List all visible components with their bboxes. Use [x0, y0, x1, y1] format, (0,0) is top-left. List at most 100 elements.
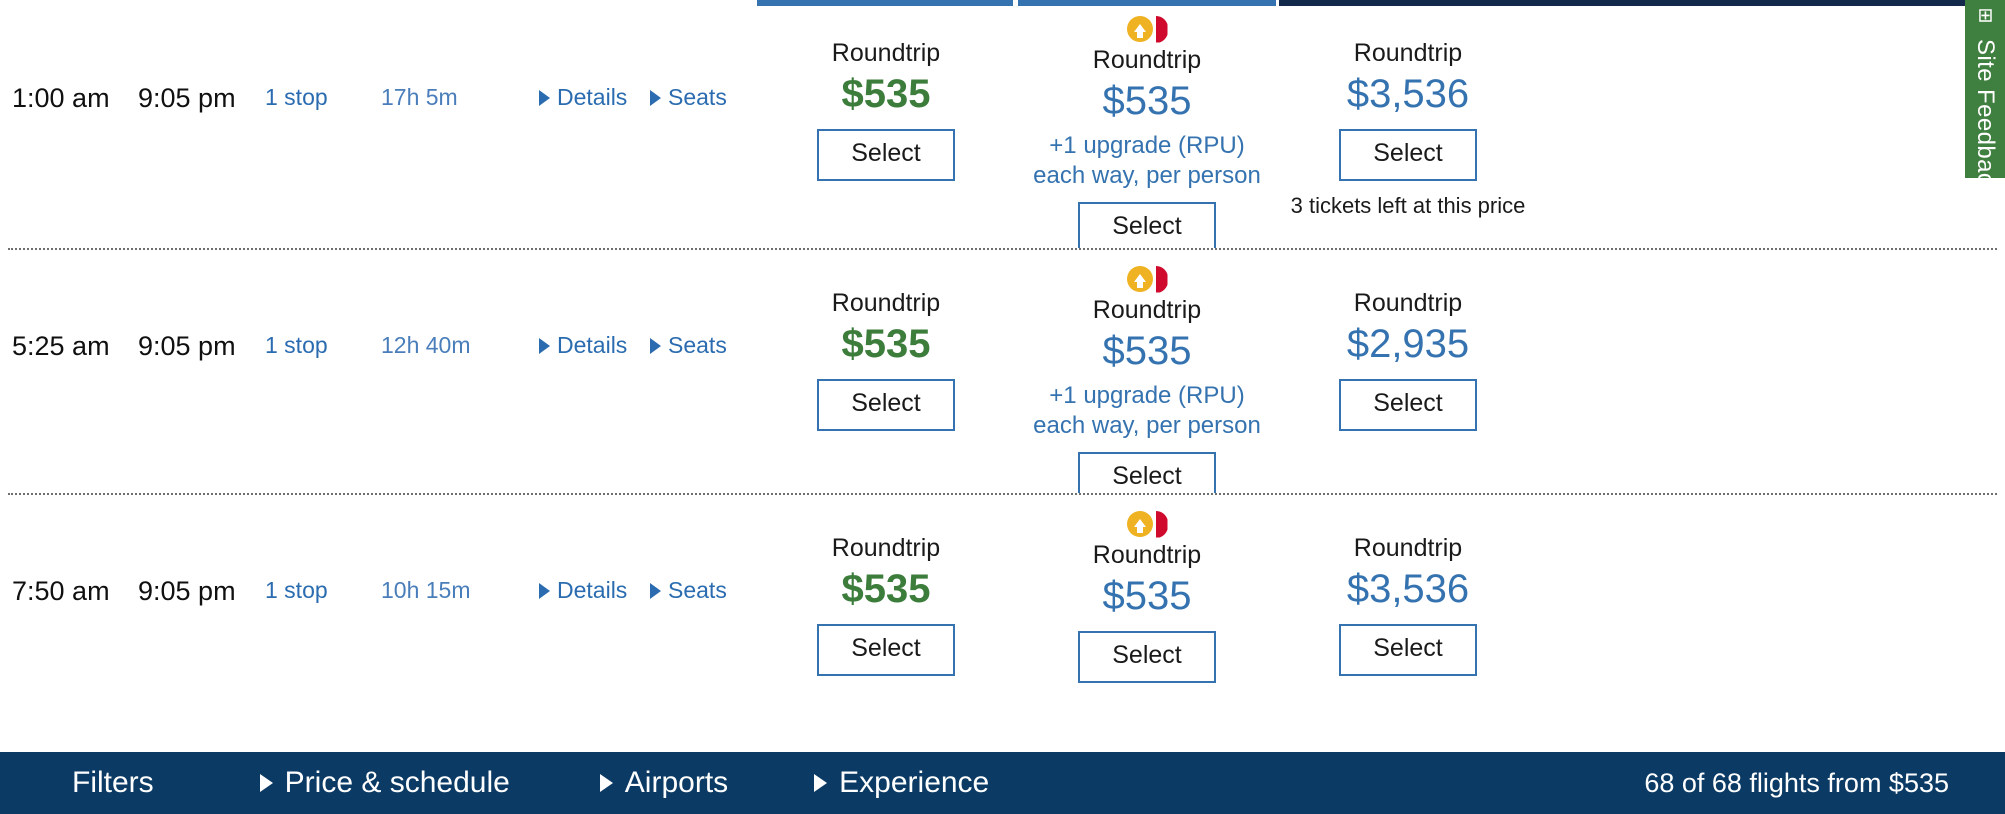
fare-price: $3,536: [1346, 567, 1470, 612]
filter-experience[interactable]: Experience: [814, 766, 989, 800]
trip-type-label: Roundtrip: [831, 534, 941, 562]
depart-time: 5:25 am: [12, 331, 110, 361]
filter-bar: Filters Price & schedule Airports Experi…: [0, 752, 2005, 814]
fare-column-rules: [0, 0, 2005, 8]
fare-cell-upgrade: Roundtrip $535 +1 upgrade (RPU) each way…: [1018, 264, 1276, 504]
select-button[interactable]: Select: [1078, 201, 1216, 254]
duration-label: 17h 5m: [381, 84, 458, 110]
fare-price: $3,536: [1346, 72, 1470, 117]
trip-type-label: Roundtrip: [1092, 541, 1202, 569]
select-button[interactable]: Select: [1339, 379, 1477, 431]
red-ribbon-icon: [1155, 510, 1168, 538]
seats-label: Seats: [668, 577, 727, 603]
site-feedback-label: Site Feedback: [1972, 39, 1999, 198]
fare-badges: [1018, 509, 1276, 539]
filter-label: Price & schedule: [284, 766, 510, 799]
select-button[interactable]: Select: [817, 129, 955, 181]
table-row: 1:00 am 9:05 pm 1 stop 17h 5m Details Se…: [0, 0, 2005, 254]
arrive-time: 9:05 pm: [138, 83, 236, 113]
trip-type-label: Roundtrip: [831, 39, 941, 67]
filter-airports[interactable]: Airports: [599, 766, 729, 800]
filters-title: Filters: [72, 766, 154, 799]
flight-results-list: 1:00 am 9:05 pm 1 stop 17h 5m Details Se…: [0, 0, 2005, 743]
filter-label: Experience: [839, 766, 990, 799]
table-row: 5:25 am 9:05 pm 1 stop 12h 40m Details S…: [0, 248, 2005, 504]
details-label: Details: [557, 332, 628, 358]
triangle-right-icon: [539, 338, 550, 354]
upgrade-arrow-icon: [1126, 266, 1153, 292]
trip-type-label: Roundtrip: [1353, 39, 1463, 67]
select-button[interactable]: Select: [1339, 129, 1477, 181]
trip-type-label: Roundtrip: [1092, 296, 1202, 324]
triangle-right-icon: [539, 90, 550, 106]
red-ribbon-icon: [1155, 265, 1168, 293]
depart-time: 1:00 am: [12, 83, 110, 113]
filter-label: Airports: [624, 766, 729, 799]
details-toggle[interactable]: Details: [539, 332, 627, 359]
select-button[interactable]: Select: [817, 379, 955, 431]
arrive-time: 9:05 pm: [138, 576, 236, 606]
duration-label: 10h 15m: [381, 577, 471, 603]
upgrade-column-rule: [1018, 0, 1276, 6]
trip-type-label: Roundtrip: [1353, 534, 1463, 562]
fare-cell-business: Roundtrip $3,536 Select 3 tickets left a…: [1279, 38, 1537, 219]
red-ribbon-icon: [1155, 15, 1168, 43]
seats-label: Seats: [668, 84, 727, 110]
upgrade-arrow-icon: [1126, 16, 1153, 42]
fare-price: $535: [1102, 79, 1192, 124]
fare-cell-upgrade: Roundtrip $535 +1 upgrade (RPU) each way…: [1018, 14, 1276, 254]
fare-price: $535: [841, 72, 931, 117]
triangle-right-icon: [539, 583, 550, 599]
details-toggle[interactable]: Details: [539, 577, 627, 604]
fare-badges: [1018, 14, 1276, 44]
select-button[interactable]: Select: [1078, 631, 1216, 683]
triangle-right-icon: [650, 338, 661, 354]
upgrade-note-line2: each way, per person: [1033, 161, 1261, 189]
fare-price: $2,935: [1346, 322, 1470, 367]
fare-cell-economy: Roundtrip $535 Select: [757, 533, 1015, 676]
tickets-left-label: 3 tickets left at this price: [1290, 192, 1526, 218]
triangle-right-icon: [814, 774, 828, 792]
row-separator: [8, 248, 1997, 250]
fare-price: $535: [841, 322, 931, 367]
triangle-right-icon: [650, 90, 661, 106]
triangle-right-icon: [650, 583, 661, 599]
stops-link[interactable]: 1 stop: [265, 332, 328, 360]
trip-type-label: Roundtrip: [1353, 289, 1463, 317]
fare-cell-upgrade: Roundtrip $535 Select: [1018, 509, 1276, 683]
row-separator: [8, 493, 1997, 495]
fare-cell-economy: Roundtrip $535 Select: [757, 38, 1015, 181]
fare-price: $535: [1102, 329, 1192, 374]
trip-type-label: Roundtrip: [831, 289, 941, 317]
trip-type-label: Roundtrip: [1092, 46, 1202, 74]
seats-toggle[interactable]: Seats: [650, 84, 727, 111]
details-label: Details: [557, 84, 628, 110]
filter-price-schedule[interactable]: Price & schedule: [259, 766, 510, 800]
triangle-right-icon: [259, 774, 273, 792]
upgrade-arrow-icon: [1126, 511, 1153, 537]
flight-count-label: 68 of 68 flights from $535: [1644, 767, 1949, 798]
business-column-rule: [1279, 0, 1983, 6]
details-label: Details: [557, 577, 628, 603]
flight-results-page: 1:00 am 9:05 pm 1 stop 17h 5m Details Se…: [0, 0, 2005, 814]
select-button[interactable]: Select: [817, 624, 955, 676]
stops-link[interactable]: 1 stop: [265, 577, 328, 605]
triangle-right-icon: [599, 774, 613, 792]
fare-badges: [1018, 264, 1276, 294]
fare-cell-business: Roundtrip $2,935 Select: [1279, 288, 1537, 431]
depart-time: 7:50 am: [12, 576, 110, 606]
seats-toggle[interactable]: Seats: [650, 332, 727, 359]
fare-price: $535: [841, 567, 931, 612]
upgrade-note-line2: each way, per person: [1033, 411, 1261, 439]
fare-price: $535: [1102, 574, 1192, 619]
site-feedback-tab[interactable]: ⊞ Site Feedback: [1965, 0, 2005, 198]
fare-cell-economy: Roundtrip $535 Select: [757, 288, 1015, 431]
stops-link[interactable]: 1 stop: [265, 84, 328, 112]
details-toggle[interactable]: Details: [539, 84, 627, 111]
fare-cell-business: Roundtrip $3,536 Select: [1279, 533, 1537, 676]
economy-column-rule: [757, 0, 1013, 6]
select-button[interactable]: Select: [1339, 624, 1477, 676]
seats-toggle[interactable]: Seats: [650, 577, 727, 604]
arrive-time: 9:05 pm: [138, 331, 236, 361]
upgrade-note-line1: +1 upgrade (RPU): [1049, 132, 1245, 160]
